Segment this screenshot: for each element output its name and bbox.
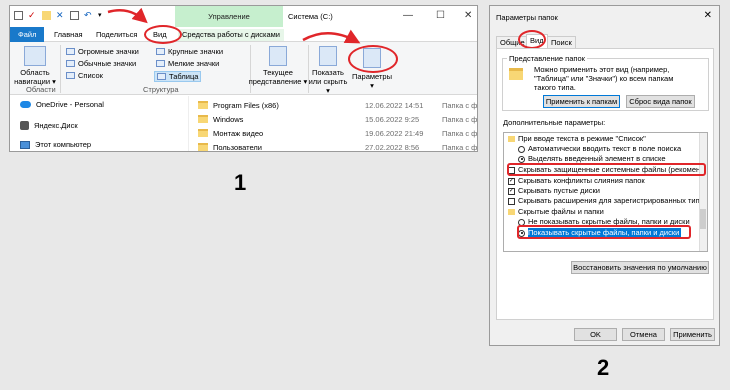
cancel-button[interactable]: Отмена xyxy=(622,328,665,341)
folder-views-group: Представление папок Можно применить этот… xyxy=(502,54,709,111)
tree-item: Скрытые файлы и папки xyxy=(508,207,604,217)
checkbox-hide-empty-drives[interactable]: ✓ Скрывать пустые диски xyxy=(508,186,600,196)
arrow-to-options xyxy=(302,29,361,44)
step-1-label: 1 xyxy=(234,170,247,195)
checkbox[interactable]: ✓ xyxy=(508,187,515,195)
checkbox-hide-merge-conflicts[interactable]: ✓ Скрывать конфликты слияния папок xyxy=(508,176,645,186)
annotation-view-tab-circle xyxy=(518,30,546,49)
folder-views-description: Можно применить этот вид (например, "Таб… xyxy=(534,65,674,92)
annotation-show-hidden-box xyxy=(517,225,691,239)
step-2-label: 2 xyxy=(597,355,610,380)
reset-folders-button[interactable]: Сброс вида папок xyxy=(626,95,695,108)
checkbox-hide-extensions[interactable]: Скрывать расширения для зарегистрированн… xyxy=(508,196,704,206)
arrow-to-view-tab xyxy=(107,7,148,24)
apply-to-folders-button[interactable]: Применить к папкам xyxy=(543,95,620,108)
tab-search[interactable]: Поиск xyxy=(547,36,576,48)
annotation-protected-files-box xyxy=(507,163,706,176)
ok-button[interactable]: OK xyxy=(574,328,617,341)
folder-views-legend: Представление папок xyxy=(507,54,587,63)
folder-view-icon xyxy=(509,68,523,80)
tree-scrollbar[interactable] xyxy=(699,133,707,251)
folder-icon xyxy=(508,209,515,215)
radio-button[interactable] xyxy=(518,145,525,153)
dialog-close-button[interactable]: ✕ xyxy=(704,10,712,21)
view-tab-panel: Представление папок Можно применить этот… xyxy=(496,48,714,320)
checkbox[interactable]: ✓ xyxy=(508,177,515,185)
restore-defaults-button[interactable]: Восстановить значения по умолчанию xyxy=(571,261,709,274)
folder-icon xyxy=(508,136,515,142)
folder-options-dialog: Параметры папок ✕ Общие Вид Поиск Предст… xyxy=(489,5,720,346)
dialog-title: Параметры папок xyxy=(496,13,558,22)
radio-button[interactable] xyxy=(518,155,525,163)
advanced-settings-label: Дополнительные параметры: xyxy=(503,118,606,127)
radio-auto-type-search[interactable]: Автоматически вводить текст в поле поиск… xyxy=(518,144,681,154)
tree-item: При вводе текста в режиме "Список" xyxy=(508,134,646,144)
apply-button[interactable]: Применить xyxy=(670,328,715,341)
checkbox[interactable] xyxy=(508,197,515,205)
